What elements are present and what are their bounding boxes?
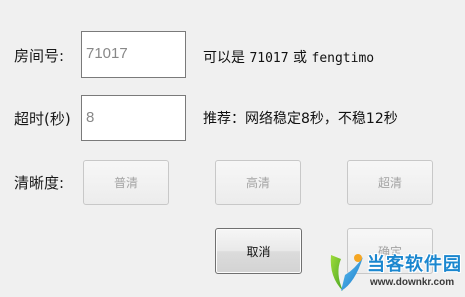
quality-label: 清晰度: xyxy=(14,174,65,192)
room-number-hint: 可以是 71017 或 fengtimo xyxy=(203,48,374,69)
cancel-button[interactable]: 取消 xyxy=(215,228,302,274)
timeout-input[interactable]: 8 xyxy=(81,95,186,141)
timeout-label: 超时(秒) xyxy=(14,110,71,128)
watermark-logo-icon xyxy=(330,254,363,291)
watermark-brand: 当客软件园 xyxy=(367,254,462,275)
room-hint-example-2: fengtimo xyxy=(311,51,375,66)
timeout-hint: 推荐：网络稳定8秒，不稳12秒 xyxy=(203,111,398,127)
site-watermark: 当客软件园 www.downkr.com xyxy=(323,248,465,297)
room-hint-prefix: 可以是 xyxy=(203,50,245,66)
watermark-url: www.downkr.com xyxy=(370,277,455,288)
room-number-label: 房间号: xyxy=(14,47,65,65)
room-hint-or: 或 xyxy=(293,50,308,66)
quality-sd-button[interactable]: 普清 xyxy=(83,160,169,205)
quality-hd-button[interactable]: 高清 xyxy=(215,160,301,205)
room-number-input[interactable]: 71017 xyxy=(81,31,186,78)
room-join-dialog: 房间号: 71017 可以是 71017 或 fengtimo 超时(秒) 8 … xyxy=(0,0,465,297)
room-hint-example-1: 71017 xyxy=(249,51,289,66)
quality-uhd-button[interactable]: 超清 xyxy=(347,160,433,205)
